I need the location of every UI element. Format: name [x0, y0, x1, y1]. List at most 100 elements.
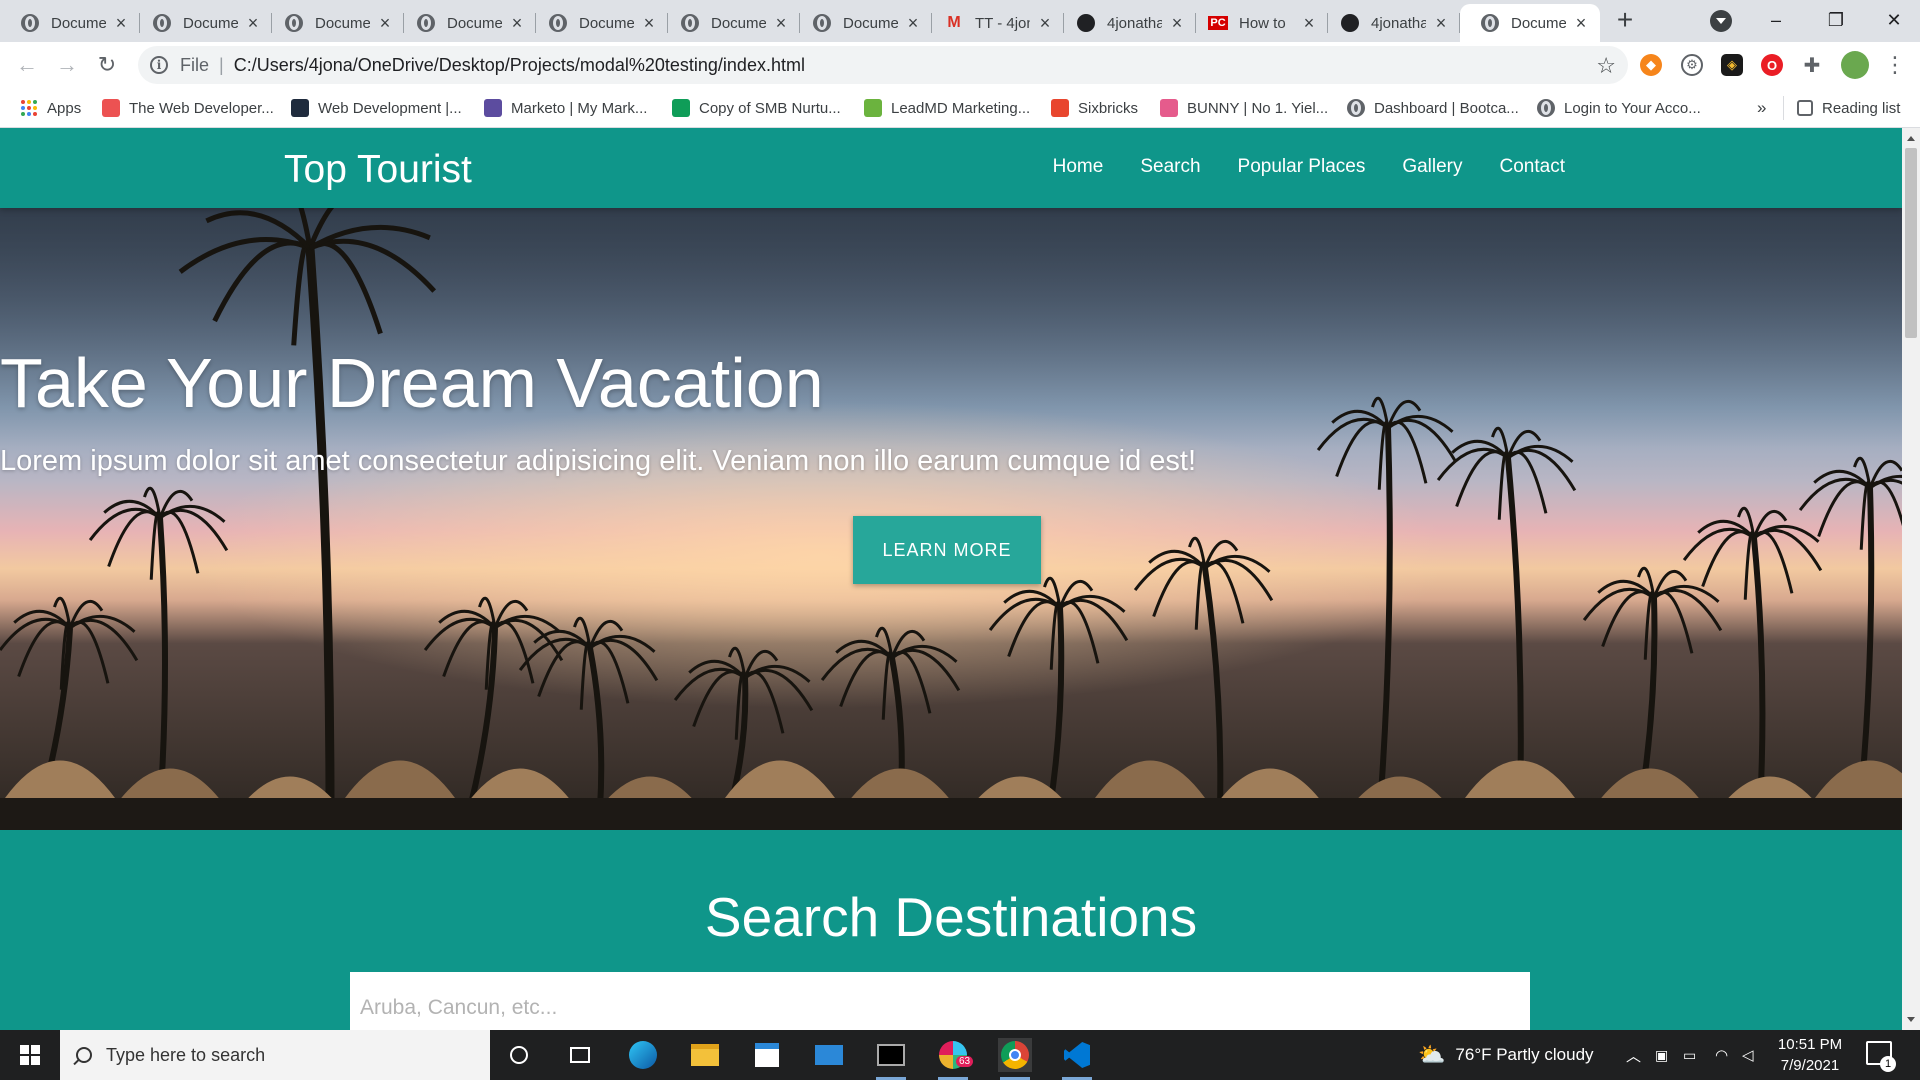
slack-badge: 63 [956, 1056, 974, 1067]
bookmark-item[interactable]: Web Development |... [291, 97, 462, 119]
close-tab-icon[interactable]: × [1168, 14, 1186, 32]
mail-icon[interactable] [812, 1038, 846, 1072]
bookmark-label: Login to Your Acco... [1564, 99, 1701, 117]
tab-active[interactable]: Document × [1460, 4, 1600, 42]
tab[interactable]: 4jonathan × [1320, 4, 1460, 42]
bookmark-label: BUNNY | No 1. Yiel... [1187, 99, 1329, 117]
bookmark-item[interactable]: Sixbricks [1051, 97, 1138, 119]
vscode-icon[interactable] [1060, 1038, 1094, 1080]
close-tab-icon[interactable]: × [508, 14, 526, 32]
meet-now-icon[interactable]: ▣ [1655, 1030, 1668, 1080]
tab[interactable]: M TT - 4jonathan × [924, 4, 1064, 42]
scroll-down-arrow-icon[interactable] [1907, 1017, 1915, 1022]
tab[interactable]: Document × [0, 4, 140, 42]
terminal-icon[interactable] [874, 1038, 908, 1080]
bookmarks-overflow-button[interactable]: » [1757, 97, 1766, 119]
close-tab-icon[interactable]: × [1432, 14, 1450, 32]
chrome-icon[interactable] [998, 1038, 1032, 1080]
close-tab-icon[interactable]: × [640, 14, 658, 32]
show-hidden-icons-chevron-icon[interactable]: ︿ [1626, 1030, 1641, 1080]
slack-icon[interactable]: 63 [936, 1038, 974, 1080]
close-tab-icon[interactable]: × [904, 14, 922, 32]
globe-icon [284, 13, 304, 33]
reload-button[interactable]: ↻ [92, 50, 122, 80]
weather-widget[interactable]: ⛅ 76°F Partly cloudy [1418, 1030, 1594, 1080]
bookmark-item[interactable]: Dashboard | Bootca... [1347, 97, 1519, 119]
nav-link-contact[interactable]: Contact [1500, 156, 1565, 178]
leaf-icon [864, 99, 882, 117]
reading-list-label: Reading list [1822, 99, 1901, 117]
binance-extension-icon[interactable]: ◈ [1721, 54, 1743, 76]
reading-list-button[interactable]: Reading list [1797, 97, 1900, 119]
start-button[interactable] [0, 1030, 60, 1080]
address-bar[interactable]: i File | C:/Users/4jona/OneDrive/Desktop… [138, 46, 1628, 84]
close-tab-icon[interactable]: × [244, 14, 262, 32]
forward-button[interactable]: → [52, 50, 82, 80]
omnibox-url[interactable]: C:/Users/4jona/OneDrive/Desktop/Projects… [234, 55, 805, 76]
microsoft-store-icon[interactable] [750, 1038, 784, 1072]
browser-menu-icon[interactable]: ⋮ [1884, 52, 1906, 78]
nav-link-home[interactable]: Home [1053, 156, 1104, 178]
cortana-icon[interactable] [502, 1038, 536, 1072]
tab[interactable]: Document × [528, 4, 668, 42]
close-window-button[interactable]: ✕ [1864, 0, 1920, 40]
profile-avatar[interactable] [1841, 51, 1869, 79]
taskbar-search-box[interactable]: Type here to search [60, 1030, 490, 1080]
close-tab-icon[interactable]: × [112, 14, 130, 32]
info-icon[interactable]: i [150, 56, 168, 74]
scrollbar-thumb[interactable] [1905, 148, 1917, 338]
bookmark-item[interactable]: Apps [20, 97, 81, 119]
tab[interactable]: Document × [660, 4, 800, 42]
tab[interactable]: Document × [792, 4, 932, 42]
opera-extension-icon[interactable]: O [1761, 54, 1783, 76]
scroll-up-arrow-icon[interactable] [1907, 136, 1915, 141]
task-view-icon[interactable] [563, 1038, 597, 1072]
nav-link-search[interactable]: Search [1140, 156, 1200, 178]
bookmark-item[interactable]: Marketo | My Mark... [484, 97, 647, 119]
minimize-button[interactable]: – [1746, 0, 1806, 40]
page-scrollbar[interactable] [1902, 128, 1920, 1030]
metamask-extension-icon[interactable]: ◆ [1640, 54, 1662, 76]
extensions-puzzle-icon[interactable]: ✚ [1801, 54, 1823, 77]
close-tab-icon[interactable]: × [772, 14, 790, 32]
windows-logo-icon [20, 1045, 40, 1065]
destination-search-input[interactable]: Aruba, Cancun, etc... [350, 972, 1530, 1030]
site-brand[interactable]: Top Tourist [284, 148, 472, 192]
close-tab-icon[interactable]: × [1572, 14, 1590, 32]
hero-title: Take Your Dream Vacation [0, 344, 824, 422]
tab-title: 4jonathan [1107, 14, 1162, 32]
bookmark-star-icon[interactable]: ☆ [1596, 53, 1616, 79]
edge-icon[interactable] [626, 1038, 660, 1072]
nav-link-popular-places[interactable]: Popular Places [1238, 156, 1366, 178]
tab[interactable]: Document × [396, 4, 536, 42]
tab[interactable]: 4jonathan × [1056, 4, 1196, 42]
close-tab-icon[interactable]: × [1036, 14, 1054, 32]
site-navbar: Top Tourist Home Search Popular Places Gall… [0, 128, 1902, 208]
bookmark-item[interactable]: Login to Your Acco... [1537, 97, 1701, 119]
volume-icon[interactable]: ◁ [1742, 1030, 1754, 1080]
close-tab-icon[interactable]: × [376, 14, 394, 32]
wifi-icon[interactable]: ◠ [1715, 1030, 1728, 1080]
bookmark-label: Copy of SMB Nurtu... [699, 99, 841, 117]
bookmark-item[interactable]: Copy of SMB Nurtu... [672, 97, 841, 119]
tab[interactable]: Document × [132, 4, 272, 42]
bike-extension-icon[interactable]: ⚙ [1681, 54, 1703, 76]
bookmark-item[interactable]: LeadMD Marketing... [864, 97, 1030, 119]
tab[interactable]: Document × [264, 4, 404, 42]
learn-more-button[interactable]: LEARN MORE [853, 516, 1041, 584]
new-tab-button[interactable]: + [1610, 6, 1640, 36]
search-icon [76, 1047, 92, 1063]
restore-button[interactable]: ❐ [1806, 0, 1866, 40]
bookmark-item[interactable]: BUNNY | No 1. Yiel... [1160, 97, 1328, 119]
back-button[interactable]: ← [12, 50, 42, 80]
close-tab-icon[interactable]: × [1300, 14, 1318, 32]
tab-search-icon[interactable] [1710, 10, 1732, 32]
file-explorer-icon[interactable] [688, 1038, 722, 1072]
windows-taskbar: Type here to search 63 ⛅ 76°F Partly clo… [0, 1030, 1920, 1080]
taskbar-clock[interactable]: 10:51 PM 7/9/2021 [1755, 1034, 1865, 1076]
nav-link-gallery[interactable]: Gallery [1402, 156, 1462, 178]
battery-icon[interactable]: ▭ [1683, 1030, 1696, 1080]
sixbricks-icon [1051, 99, 1069, 117]
tab[interactable]: PC How to × [1188, 4, 1328, 42]
bookmark-item[interactable]: The Web Developer... [102, 97, 274, 119]
